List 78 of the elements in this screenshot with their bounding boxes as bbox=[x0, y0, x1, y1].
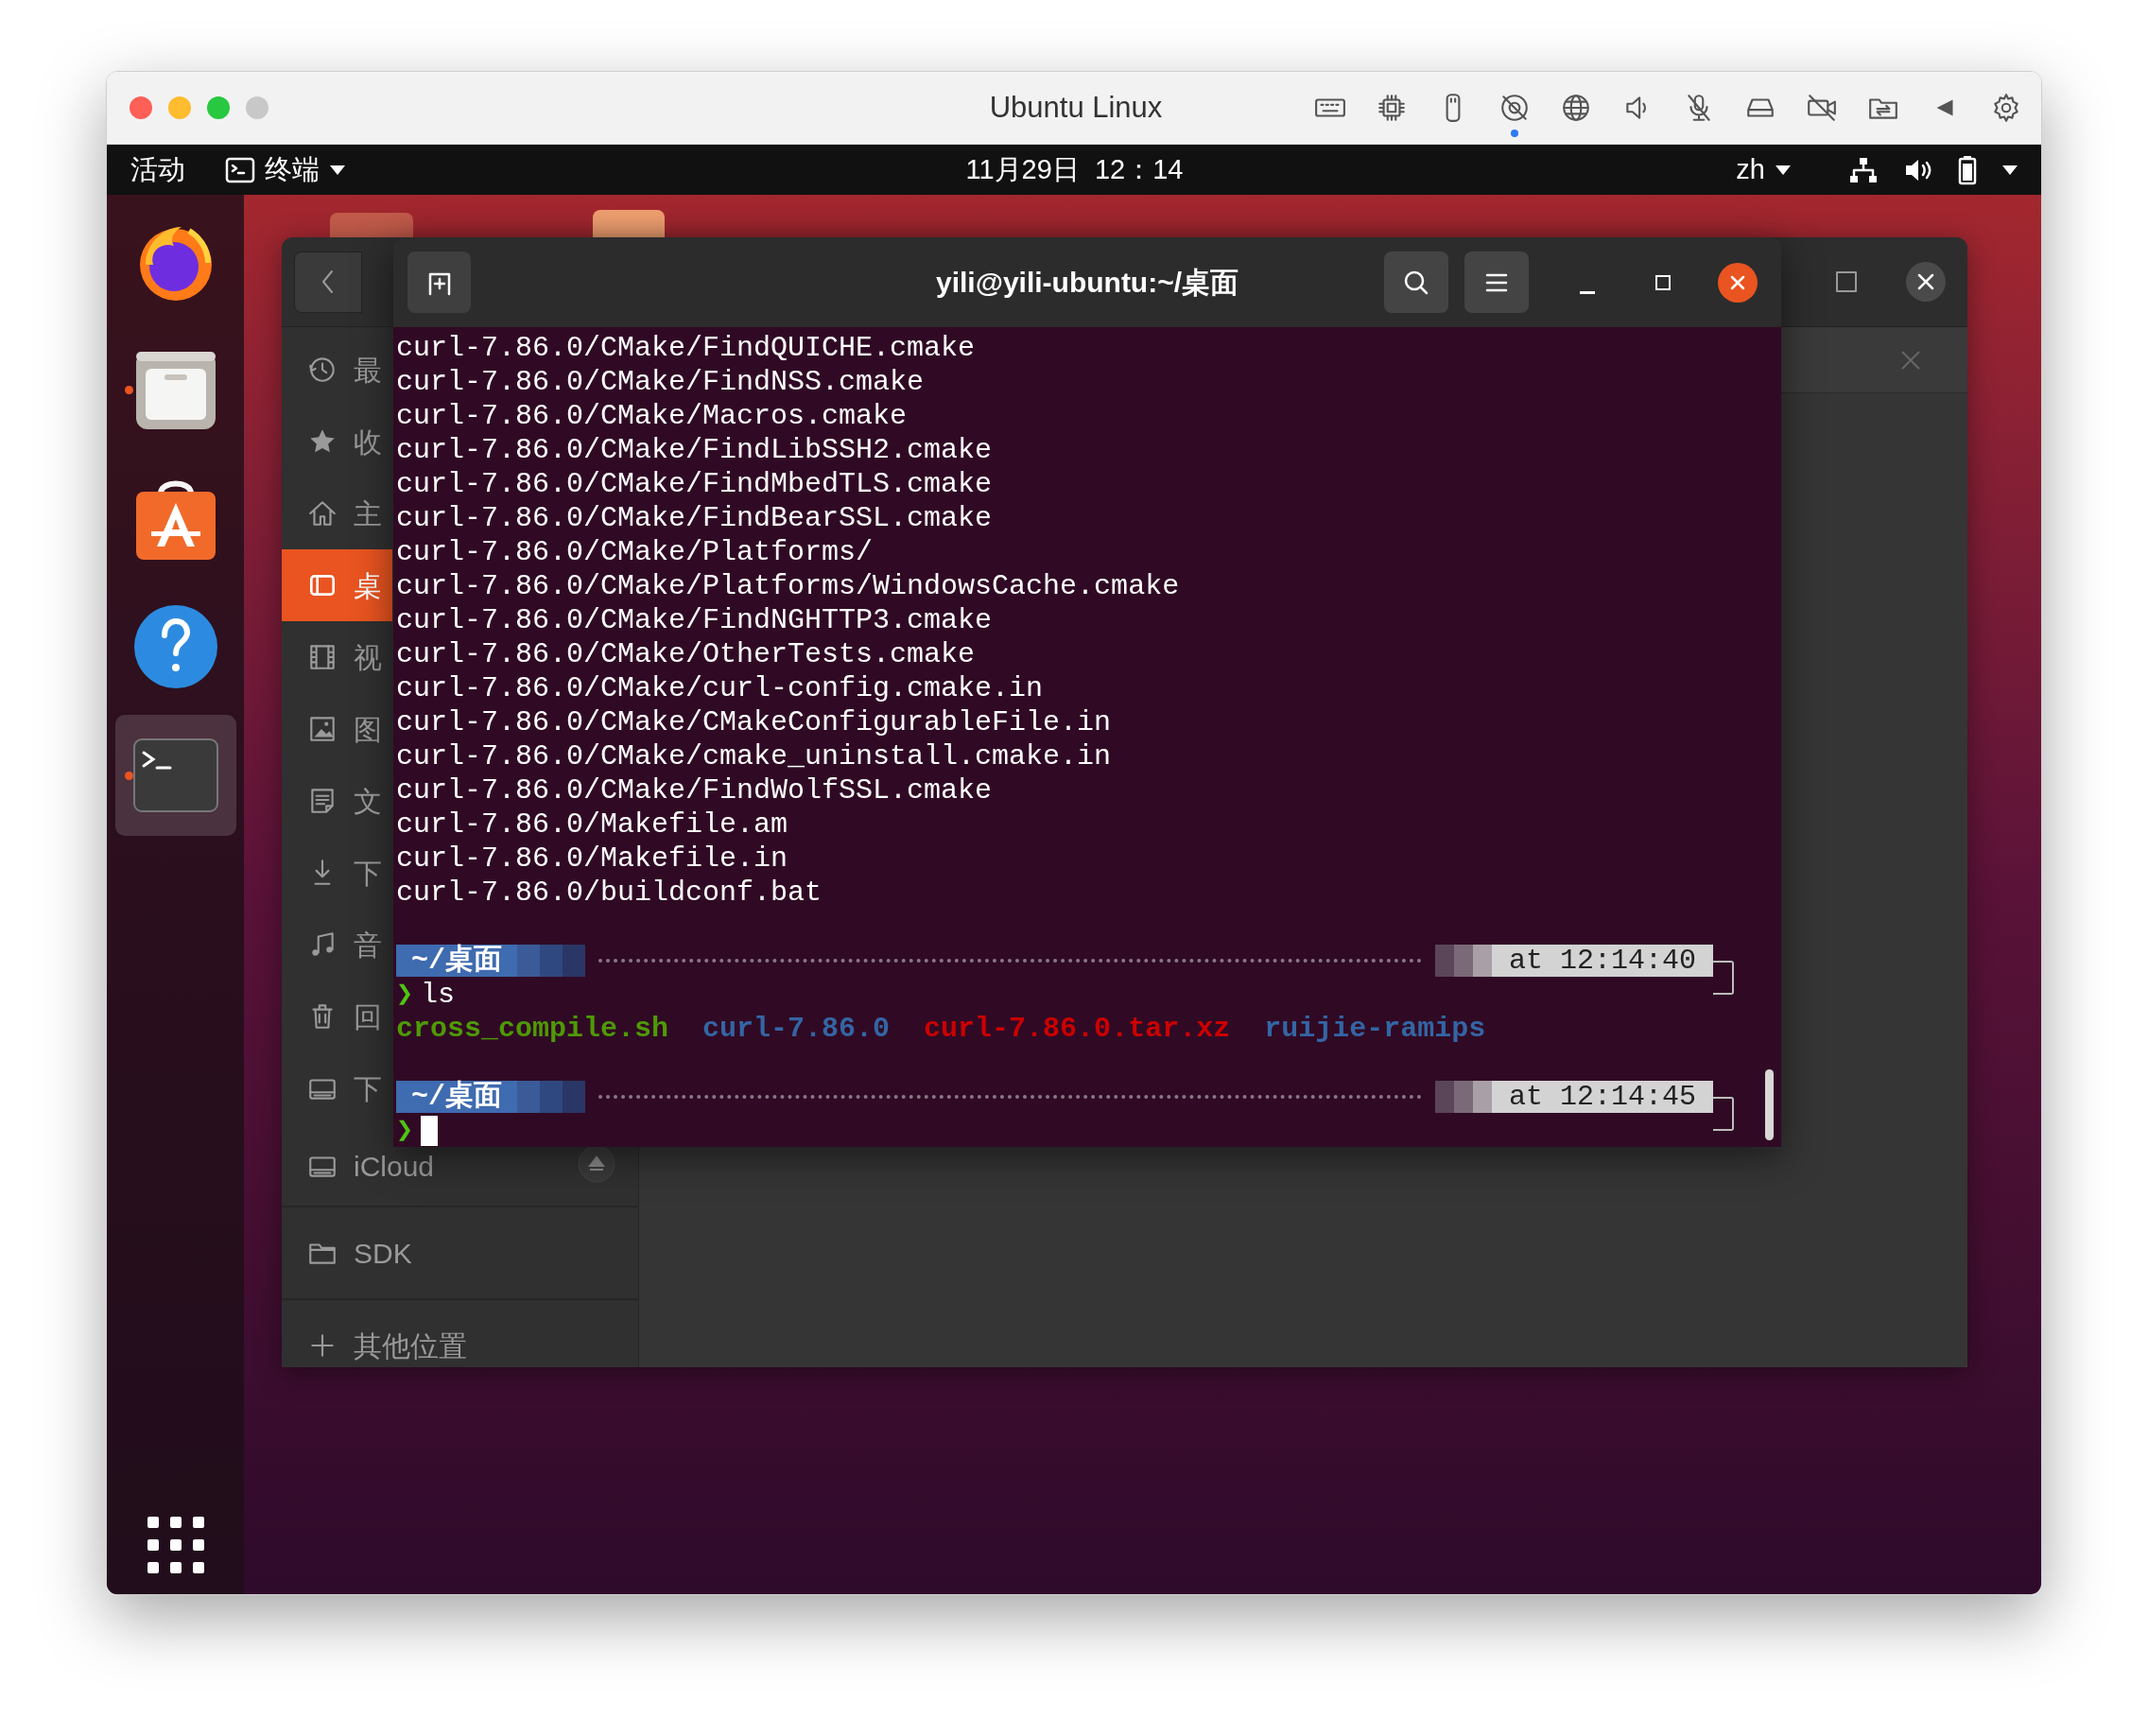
sidebar-item[interactable]: 视 bbox=[282, 621, 392, 693]
sidebar-item[interactable]: 其他位置 bbox=[282, 1310, 638, 1367]
chip-icon[interactable] bbox=[1376, 92, 1408, 124]
caret-icon bbox=[329, 164, 346, 176]
terminal-output-line: curl-7.86.0/Makefile.am bbox=[396, 807, 789, 842]
prompt-segment-end bbox=[517, 1081, 585, 1113]
sidebar-item[interactable]: 下 bbox=[282, 1052, 392, 1124]
terminal-icon bbox=[225, 156, 255, 183]
active-indicator bbox=[1511, 130, 1518, 137]
input-method-menu[interactable]: zh bbox=[1736, 148, 1792, 191]
terminal-output-line: curl-7.86.0/CMake/FindNGHTTP3.cmake bbox=[396, 603, 994, 637]
maximize-icon[interactable] bbox=[1834, 269, 1859, 294]
prompt-chevron: ❯ bbox=[396, 1114, 414, 1147]
terminal-output-line: curl-7.86.0/CMake/Platforms/ bbox=[396, 535, 875, 569]
prompt-segment-start bbox=[1434, 1081, 1492, 1113]
prompt-bracket bbox=[1713, 961, 1734, 995]
sidebar-item[interactable]: 图 bbox=[282, 693, 392, 765]
sidebar-item[interactable]: 音 bbox=[282, 909, 392, 981]
terminal-output-line: curl-7.86.0/CMake/Macros.cmake bbox=[396, 399, 909, 433]
terminal-output-line: curl-7.86.0/CMake/FindNSS.cmake bbox=[396, 365, 926, 399]
sidebar-item[interactable]: 文 bbox=[282, 765, 392, 837]
terminal-output-line: curl-7.86.0/CMake/CMakeConfigurableFile.in bbox=[396, 705, 1113, 739]
terminal-output-line: curl-7.86.0/CMake/OtherTests.cmake bbox=[396, 637, 977, 671]
terminal-icon bbox=[131, 738, 219, 813]
caret-icon[interactable] bbox=[2001, 164, 2018, 176]
sidebar-item[interactable]: SDK bbox=[282, 1217, 638, 1289]
window-title: Ubuntu Linux bbox=[989, 89, 1163, 126]
sidebar-item[interactable]: 主 bbox=[282, 477, 392, 549]
terminal-output-line: curl-7.86.0/CMake/curl-config.cmake.in bbox=[396, 671, 1045, 705]
app-menu[interactable]: 终端 bbox=[225, 148, 346, 191]
file-name: cross_compile.sh bbox=[396, 1012, 669, 1046]
new-tab-button[interactable] bbox=[407, 252, 471, 313]
terminal-output-line: curl-7.86.0/CMake/FindLibSSH2.cmake bbox=[396, 433, 994, 467]
scrollbar[interactable] bbox=[1765, 1069, 1774, 1140]
activities-button[interactable]: 活动 bbox=[130, 148, 185, 191]
video-off-icon[interactable] bbox=[1806, 92, 1838, 124]
prompt-segment-start bbox=[1434, 945, 1492, 977]
sidebar-item[interactable]: 收 bbox=[282, 406, 392, 477]
sidebar-item[interactable]: 桌 bbox=[282, 549, 392, 621]
clock[interactable]: 11月29日 12：14 bbox=[965, 148, 1184, 191]
network-icon[interactable] bbox=[1848, 155, 1879, 184]
terminal-output-line: curl-7.86.0/CMake/FindBearSSL.cmake bbox=[396, 501, 994, 535]
prompt-segment-end bbox=[517, 945, 585, 977]
app-grid-icon[interactable] bbox=[147, 1517, 204, 1573]
command-text: ls bbox=[421, 978, 456, 1012]
terminal-output-line: curl-7.86.0/CMake/FindQUICHE.cmake bbox=[396, 331, 977, 365]
globe-icon[interactable] bbox=[1560, 92, 1592, 124]
file-name: curl-7.86.0.tar.xz bbox=[924, 1012, 1231, 1046]
file-name: curl-7.86.0 bbox=[702, 1012, 891, 1046]
prompt-time: at 12:14:40 bbox=[1491, 945, 1713, 977]
search-button[interactable] bbox=[1384, 252, 1448, 313]
menu-button[interactable] bbox=[1464, 252, 1529, 313]
sidebar-item[interactable]: iCloud bbox=[282, 1149, 439, 1183]
question-mark-icon bbox=[131, 603, 219, 690]
menu-icon bbox=[1484, 271, 1509, 293]
terminal-output-line: curl-7.86.0/CMake/Platforms/WindowsCache.cmake bbox=[396, 569, 1181, 603]
terminal-output-line: curl-7.86.0/CMake/FindWolfSSL.cmake bbox=[396, 773, 994, 807]
prompt-chevron: ❯ bbox=[396, 978, 414, 1012]
prompt-path: ~/桌面 bbox=[396, 945, 517, 977]
sidebar-item[interactable]: 下 bbox=[282, 837, 392, 909]
file-name: ruijie-ramips bbox=[1264, 1012, 1486, 1046]
close-button[interactable] bbox=[1718, 262, 1758, 303]
close-icon bbox=[1916, 272, 1935, 291]
caret-icon bbox=[1775, 164, 1792, 176]
camera-off-icon[interactable] bbox=[1498, 92, 1531, 124]
battery-icon[interactable] bbox=[1958, 154, 1977, 185]
close-button[interactable] bbox=[1906, 262, 1946, 302]
terminal-output-line: curl-7.86.0/CMake/FindMbedTLS.cmake bbox=[396, 467, 994, 501]
prompt-bracket bbox=[1713, 1097, 1734, 1131]
prompt-time: at 12:14:45 bbox=[1491, 1081, 1713, 1113]
eject-icon[interactable] bbox=[578, 1145, 615, 1183]
window-title: yili@yili-ubuntu:~/桌面 bbox=[935, 266, 1239, 300]
sidebar-item[interactable]: 回 bbox=[282, 981, 392, 1052]
terminal-output-line: curl-7.86.0/Makefile.in bbox=[396, 842, 789, 876]
prompt-path: ~/桌面 bbox=[396, 1081, 517, 1113]
terminal-output-line: curl-7.86.0/CMake/cmake_uninstall.cmake.in bbox=[396, 739, 1113, 773]
sidebar-item[interactable]: 最 bbox=[282, 334, 392, 406]
terminal-output-line: curl-7.86.0/buildconf.bat bbox=[396, 876, 823, 910]
